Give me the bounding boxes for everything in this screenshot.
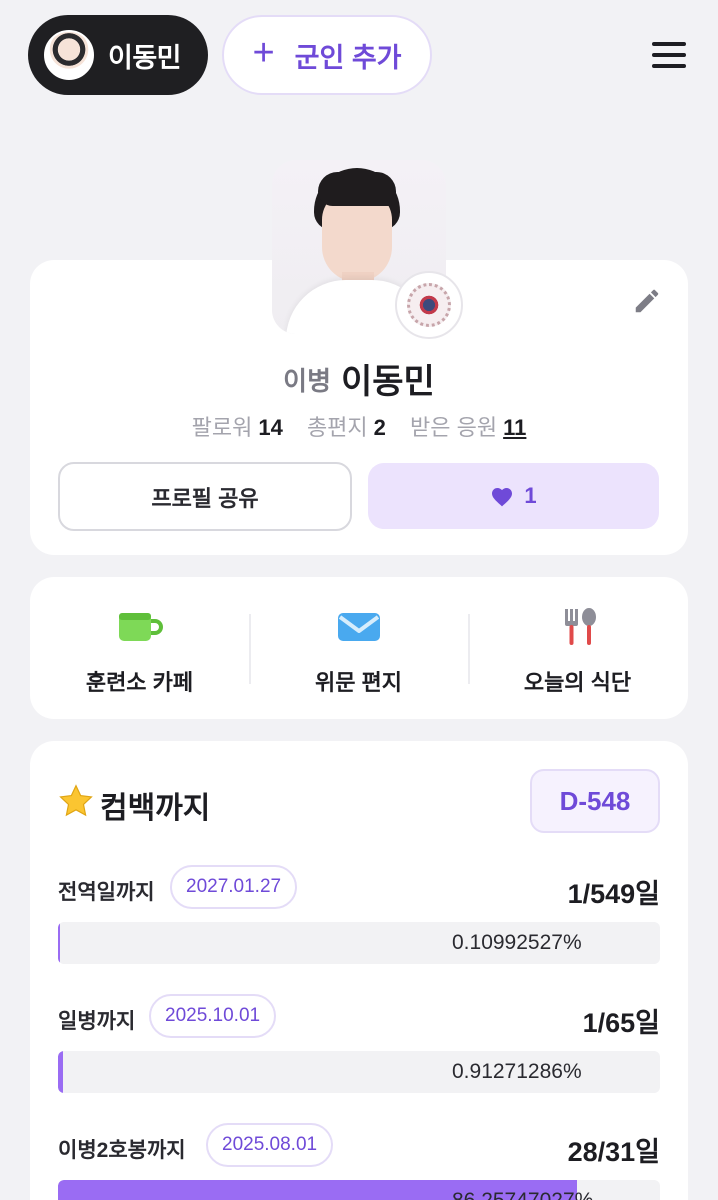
discharge-percent: 0.10992527% <box>452 931 582 954</box>
add-soldier-label: 군인 추가 <box>294 42 402 73</box>
cheer-button[interactable]: 1 <box>368 463 659 529</box>
cheers-label: 받은 응원 <box>410 415 498 440</box>
unit-emblem-icon <box>395 271 463 339</box>
letters-label: 총편지 <box>306 415 368 440</box>
discharge-date: 2027.01.27 <box>186 876 282 897</box>
profile-name: 이동민 <box>341 363 435 401</box>
today-meal-button[interactable]: 오늘의 식단 <box>468 577 687 719</box>
training-cafe-label: 훈련소 카페 <box>85 670 194 695</box>
comfort-letter-button[interactable]: 위문 편지 <box>249 577 468 719</box>
dday-value: D-548 <box>559 785 631 816</box>
rank-label: 이병 <box>283 366 331 396</box>
today-meal-label: 오늘의 식단 <box>523 670 632 695</box>
private-step2-date-chip[interactable]: 2025.08.01 <box>206 1123 334 1167</box>
star-icon <box>59 784 93 817</box>
comeback-title: 컴백까지 <box>100 792 211 825</box>
private-first-class-date-chip[interactable]: 2025.10.01 <box>149 994 277 1038</box>
current-soldier-name: 이동민 <box>108 42 182 73</box>
comfort-letter-label: 위문 편지 <box>314 670 403 695</box>
cheer-count: 1 <box>524 483 537 508</box>
private-step2-label: 이병2호봉까지 <box>58 1139 186 1162</box>
discharge-date-chip[interactable]: 2027.01.27 <box>170 865 298 909</box>
profile-stats: 팔로워 14 총편지 2 받은 응원 11 <box>30 410 688 442</box>
private-step2-progress-bar: 86.25747027% <box>58 1180 660 1200</box>
heart-icon <box>492 488 513 507</box>
share-profile-button[interactable]: 프로필 공유 <box>58 462 352 531</box>
private-step2-count: 28/31일 <box>567 1137 660 1167</box>
discharge-progress-bar: 0.10992527% <box>58 922 660 964</box>
avatar <box>44 30 94 80</box>
followers-count[interactable]: 14 <box>258 415 282 440</box>
current-soldier-button[interactable]: 이동민 <box>28 15 208 95</box>
top-bar: 이동민 + 군인 추가 <box>0 0 718 110</box>
private-first-class-label: 일병까지 <box>58 1010 136 1033</box>
add-soldier-button[interactable]: + 군인 추가 <box>222 15 432 95</box>
cup-icon <box>118 613 163 641</box>
training-cafe-button[interactable]: 훈련소 카페 <box>30 577 249 719</box>
private-first-class-progress-bar: 0.91271286% <box>58 1051 660 1093</box>
utensils-icon <box>564 608 596 645</box>
cheers-count[interactable]: 11 <box>503 415 526 440</box>
pencil-icon[interactable] <box>632 286 662 316</box>
letters-count[interactable]: 2 <box>374 415 386 440</box>
discharge-count: 1/549일 <box>567 879 660 909</box>
followers-label: 팔로워 <box>191 415 253 440</box>
private-first-class-date: 2025.10.01 <box>165 1005 261 1026</box>
hamburger-menu-icon[interactable] <box>652 42 686 68</box>
share-profile-label: 프로필 공유 <box>151 485 259 511</box>
profile-rank-name: 이병 이동민 <box>30 354 688 403</box>
private-step2-date: 2025.08.01 <box>222 1134 318 1155</box>
private-first-class-percent: 0.91271286% <box>452 1060 582 1083</box>
progress-fill <box>58 922 61 964</box>
progress-fill <box>58 1051 64 1093</box>
private-first-class-count: 1/65일 <box>582 1008 660 1038</box>
discharge-label: 전역일까지 <box>58 881 155 904</box>
dday-badge: D-548 <box>530 769 660 833</box>
plus-icon: + <box>252 32 275 74</box>
envelope-icon <box>337 613 380 641</box>
private-step2-percent: 86.25747027% <box>452 1180 593 1200</box>
